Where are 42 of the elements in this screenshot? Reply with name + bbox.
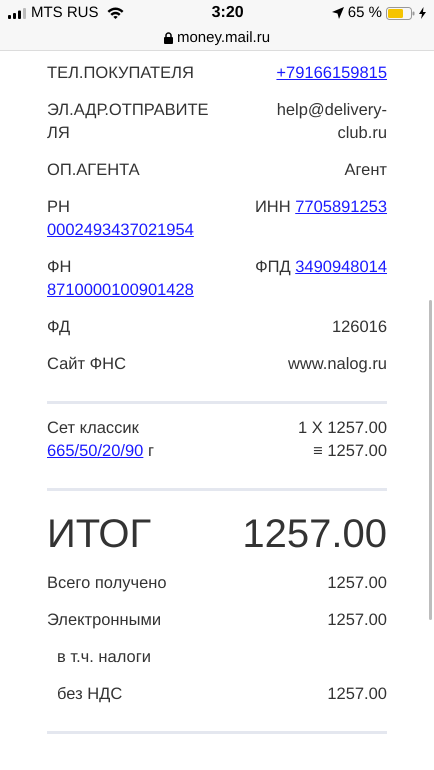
receipt-link[interactable]: 665/50/20/90 [47, 442, 144, 460]
receipt-text: ФН [47, 258, 72, 276]
total-amount: 1257.00 [242, 512, 387, 556]
receipt-text: ≡ 1257.00 [313, 442, 387, 460]
receipt-text: Сет классик [47, 419, 139, 437]
receipt-text: ОП.АГЕНТА [47, 161, 140, 179]
receipt-text: в т.ч. налоги [57, 648, 151, 666]
location-arrow-icon [332, 7, 344, 19]
receipt-text: Электронными [47, 611, 162, 629]
receipt-link[interactable]: 3490948014 [295, 258, 387, 276]
receipt-text: www.nalog.ru [288, 355, 387, 373]
wifi-icon [106, 7, 124, 19]
receipt-text: Сайт ФНС [47, 355, 126, 373]
signal-icon [8, 8, 27, 18]
receipt-link[interactable]: 7705891253 [295, 198, 387, 216]
receipt-link[interactable]: +79166159815 [276, 64, 387, 82]
receipt-text: ФД [47, 318, 70, 336]
receipt-text: 1257.00 [327, 611, 387, 629]
receipt-text: ИНН [254, 198, 291, 216]
receipt-link[interactable]: 0002493437021954 [47, 221, 194, 239]
battery-icon [386, 6, 415, 20]
receipt-text: 1 X 1257.00 [298, 419, 387, 437]
charging-bolt-icon [418, 7, 426, 19]
receipt-text: 1257.00 [327, 574, 387, 592]
carrier-name: MTS RUS [31, 2, 98, 23]
receipt-text: г [148, 442, 154, 460]
receipt-text: ЭЛ.АДР.ОТПРАВИТЕЛЯ [47, 101, 209, 142]
receipt-text: Всего получено [47, 574, 167, 592]
receipt-text: ФПД [255, 258, 291, 276]
total-label: ИТОГ [47, 512, 152, 556]
receipt-text: ТЕЛ.ПОКУПАТЕЛЯ [47, 64, 194, 82]
receipt-text: 126016 [332, 318, 387, 336]
lock-icon [164, 32, 173, 44]
battery-percent: 65 % [348, 2, 382, 23]
receipt-text: Агент [344, 161, 387, 179]
receipt-text: РН [47, 198, 70, 216]
page-url[interactable]: money.mail.ru [176, 26, 270, 50]
receipt-text: без НДС [57, 685, 122, 703]
receipt-text: help@delivery-club.ru [276, 101, 387, 142]
receipt-link[interactable]: 8710000100901428 [47, 281, 194, 299]
clock-time: 3:20 [212, 3, 244, 23]
receipt-text: 1257.00 [327, 685, 387, 703]
